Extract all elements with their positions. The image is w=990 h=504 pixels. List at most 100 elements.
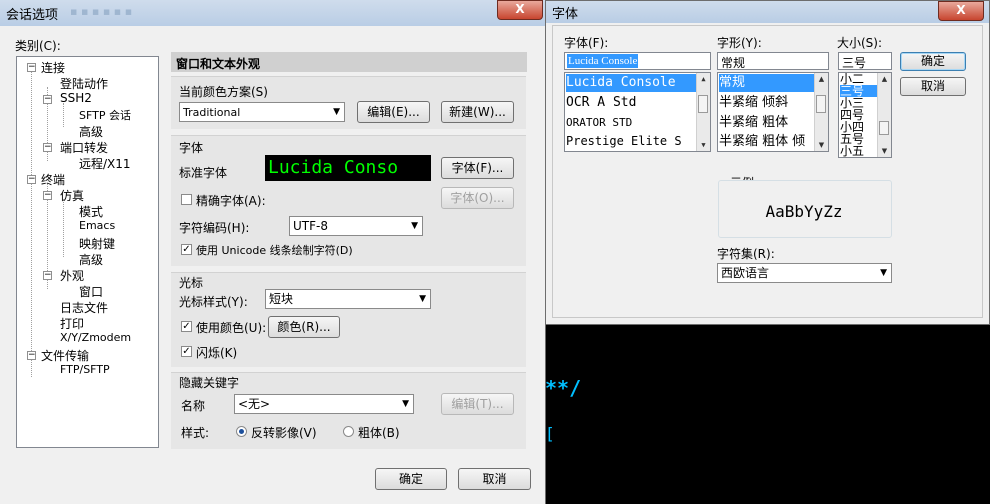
chevron-down-icon: ▼: [419, 294, 426, 304]
font-list-scrollbar[interactable]: ▲ ▼: [696, 73, 710, 151]
tree-item-emulation-advanced[interactable]: 高级: [79, 251, 103, 268]
color-scheme-select[interactable]: Traditional ▼: [179, 102, 345, 122]
style-list-item[interactable]: 半紧缩 粗体 倾: [719, 132, 814, 151]
font-list-item[interactable]: ORATOR STD: [566, 113, 696, 132]
standard-font-label: 标准字体: [179, 166, 228, 180]
size-listbox[interactable]: 小二 三号 小三 四号 小四 五号 小五 ▲ ▼: [838, 72, 892, 158]
font-cancel-button[interactable]: 取消: [900, 77, 966, 96]
color-scheme-value: Traditional: [183, 106, 241, 119]
size-list-scroll-thumb[interactable]: [879, 121, 889, 135]
scroll-down-icon[interactable]: ▼: [878, 145, 891, 157]
scroll-up-icon[interactable]: ▲: [815, 73, 828, 85]
size-input-value: 三号: [842, 56, 867, 70]
tree-expander-port-forwarding[interactable]: −: [43, 143, 52, 152]
charset-value: 西欧语言: [721, 266, 770, 280]
style-list-item[interactable]: 常规: [719, 74, 814, 92]
font-button[interactable]: 字体(F)...: [441, 157, 514, 179]
cancel-button[interactable]: 取消: [458, 468, 531, 490]
size-list-item[interactable]: 四号: [840, 109, 877, 121]
style-list-item[interactable]: 半紧缩 粗体: [719, 113, 814, 132]
name-select[interactable]: <无> ▼: [234, 394, 414, 414]
blink-checkbox[interactable]: ✓: [181, 346, 192, 357]
tree-item-emulation[interactable]: 仿真: [60, 187, 84, 204]
blink-label: 闪烁(K): [196, 346, 238, 360]
font-list-item[interactable]: Prestige Elite S: [566, 132, 696, 151]
font-list-item[interactable]: OCR A Std: [566, 93, 696, 112]
precise-font-button[interactable]: 字体(O)...: [441, 187, 514, 209]
cursor-style-label: 光标样式(Y):: [179, 295, 248, 309]
font-preview: Lucida Conso: [265, 155, 431, 181]
font-list-scroll-thumb[interactable]: [698, 95, 708, 113]
tree-item-sftp-session[interactable]: SFTP 会话: [79, 107, 131, 123]
size-list-item[interactable]: 小四: [840, 121, 877, 133]
edit-scheme-button[interactable]: 编辑(E)...: [357, 101, 430, 123]
font-list-item[interactable]: Lucida Console: [566, 74, 696, 92]
tree-guide-line: [31, 71, 32, 377]
style-input[interactable]: 常规: [717, 52, 829, 70]
tree-expander-appearance[interactable]: −: [43, 271, 52, 280]
font-listbox[interactable]: Lucida Console OCR A Std ORATOR STD Pres…: [564, 72, 711, 152]
category-tree[interactable]: − 连接 登陆动作 − SSH2 SFTP 会话 高级 − 端口转发 远程/X1…: [16, 56, 159, 448]
tree-expander-terminal[interactable]: −: [27, 175, 36, 184]
size-list-item[interactable]: 三号: [840, 85, 877, 97]
tree-item-printing[interactable]: 打印: [60, 315, 84, 332]
cursor-style-value: 短块: [269, 292, 294, 306]
tree-item-ftp-sftp[interactable]: FTP/SFTP: [60, 363, 110, 376]
tree-expander-ssh2[interactable]: −: [43, 95, 52, 104]
scroll-down-icon[interactable]: ▼: [697, 139, 710, 151]
tree-item-log-file[interactable]: 日志文件: [60, 299, 108, 316]
font-dialog-titlebar[interactable]: 字体 X: [546, 1, 989, 23]
reverse-video-radio[interactable]: [236, 426, 247, 437]
scroll-up-icon[interactable]: ▲: [878, 73, 891, 85]
tree-item-ssh2[interactable]: SSH2: [60, 91, 92, 105]
style-list-scrollbar[interactable]: ▲ ▼: [814, 73, 828, 151]
tree-item-login-actions[interactable]: 登陆动作: [60, 75, 108, 92]
tree-item-remote-x11[interactable]: 远程/X11: [79, 155, 131, 172]
font-ok-button[interactable]: 确定: [900, 52, 966, 71]
session-dialog-close-button[interactable]: X: [497, 0, 543, 20]
precise-font-label: 精确字体(A):: [196, 194, 266, 208]
tree-item-window[interactable]: 窗口: [79, 283, 103, 300]
tree-item-connection[interactable]: 连接: [41, 59, 65, 76]
tree-item-port-forwarding[interactable]: 端口转发: [60, 139, 108, 156]
session-dialog-titlebar[interactable]: 会话选项 ▪ ▪ ▪ ▪ ▪ ▪ X: [0, 0, 545, 26]
scroll-down-icon[interactable]: ▼: [815, 139, 828, 151]
charset-select[interactable]: 西欧语言 ▼: [717, 263, 892, 283]
font-dialog-close-button[interactable]: X: [938, 1, 984, 21]
tree-item-ssh2-advanced[interactable]: 高级: [79, 123, 103, 140]
tree-item-modes[interactable]: 模式: [79, 203, 103, 220]
tree-item-appearance[interactable]: 外观: [60, 267, 84, 284]
ok-button[interactable]: 确定: [375, 468, 447, 490]
tree-item-keymap[interactable]: 映射键: [79, 235, 115, 252]
style-listbox[interactable]: 常规 半紧缩 倾斜 半紧缩 粗体 半紧缩 粗体 倾 ▲ ▼: [717, 72, 829, 152]
font-name-input[interactable]: Lucida Console: [564, 52, 711, 70]
tree-expander-file-transfer[interactable]: −: [27, 351, 36, 360]
name-edit-button[interactable]: 编辑(T)...: [441, 393, 514, 415]
tree-item-emacs[interactable]: Emacs: [79, 219, 115, 232]
size-list-item[interactable]: 小五: [840, 145, 877, 157]
size-list-item[interactable]: 小二: [840, 73, 877, 85]
use-color-checkbox[interactable]: ✓: [181, 321, 192, 332]
precise-font-checkbox[interactable]: [181, 194, 192, 205]
encoding-select[interactable]: UTF-8 ▼: [289, 216, 423, 236]
new-scheme-button[interactable]: 新建(W)...: [441, 101, 514, 123]
bold-radio[interactable]: [343, 426, 354, 437]
tree-item-terminal[interactable]: 终端: [41, 171, 65, 188]
font-list-label: 字体(F):: [564, 36, 609, 50]
scroll-up-icon[interactable]: ▲: [697, 73, 710, 85]
tree-item-xyzmodem[interactable]: X/Y/Zmodem: [60, 331, 131, 344]
style-list-scroll-thumb[interactable]: [816, 95, 826, 113]
tree-expander-connection[interactable]: −: [27, 63, 36, 72]
unicode-checkbox[interactable]: ✓: [181, 244, 192, 255]
size-input[interactable]: 三号: [838, 52, 892, 70]
size-list-scrollbar[interactable]: ▲ ▼: [877, 73, 891, 157]
cursor-style-select[interactable]: 短块 ▼: [265, 289, 431, 309]
tree-expander-emulation[interactable]: −: [43, 191, 52, 200]
cursor-color-button[interactable]: 颜色(R)...: [268, 316, 340, 338]
bold-label: 粗体(B): [358, 426, 400, 440]
cursor-section-title: 光标: [179, 276, 204, 290]
size-list-item[interactable]: 小三: [840, 97, 877, 109]
tree-item-file-transfer[interactable]: 文件传输: [41, 347, 89, 364]
size-list-item[interactable]: 五号: [840, 133, 877, 145]
style-list-item[interactable]: 半紧缩 倾斜: [719, 93, 814, 112]
